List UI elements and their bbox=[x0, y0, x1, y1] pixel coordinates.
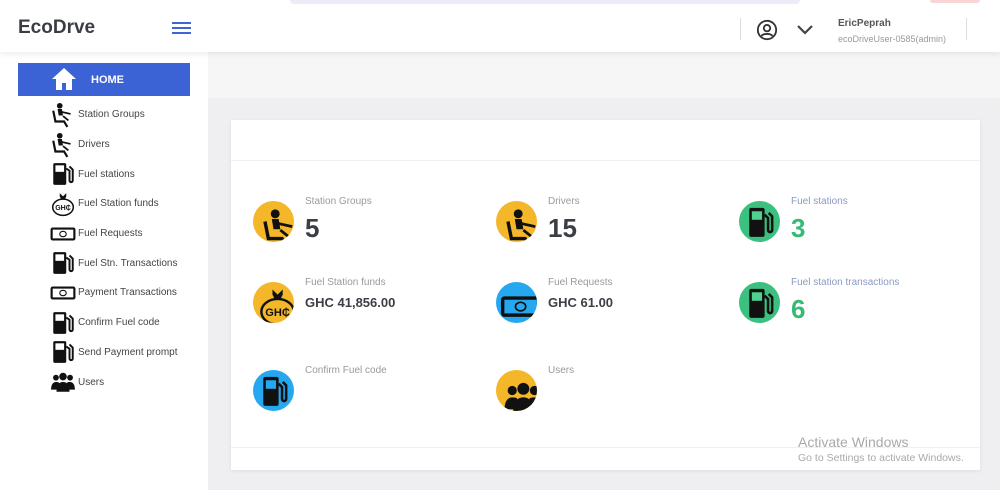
browser-strip-accent bbox=[930, 0, 980, 3]
sidebar-item-label: Station Groups bbox=[78, 109, 145, 121]
stat-value: GHC 41,856.00 bbox=[305, 295, 396, 310]
driver-icon bbox=[50, 102, 76, 128]
dashboard-card: Station Groups 5 Drivers 15 Fuel station… bbox=[231, 120, 980, 470]
top-bar: EcoDrve EricPeprah ecoDriveUser-0585(adm… bbox=[0, 0, 1000, 52]
stat-fuel-requests[interactable]: Fuel Requests GHC 61.00 bbox=[496, 277, 736, 342]
users-icon bbox=[50, 369, 76, 395]
fuel-pump-icon bbox=[253, 370, 294, 411]
stat-fuel-station-funds[interactable]: Fuel Station funds GHC 41,856.00 bbox=[253, 277, 493, 342]
sidebar-item-fuel-station-funds[interactable]: Fuel Station funds bbox=[50, 189, 178, 219]
stat-label: Users bbox=[548, 365, 575, 376]
sidebar-item-send-payment-prompt[interactable]: Send Payment prompt bbox=[50, 338, 178, 368]
driver-icon bbox=[50, 132, 76, 158]
sidebar-item-users[interactable]: Users bbox=[50, 367, 178, 397]
sidebar-item-payment-transactions[interactable]: Payment Transactions bbox=[50, 278, 178, 308]
chevron-down-icon[interactable] bbox=[796, 22, 814, 36]
stat-label: Station Groups bbox=[305, 196, 372, 207]
driver-icon bbox=[496, 201, 537, 242]
stat-label: Confirm Fuel code bbox=[305, 365, 387, 376]
fuel-pump-icon bbox=[50, 161, 76, 187]
windows-activation-watermark: Activate Windows Go to Settings to activ… bbox=[798, 434, 964, 464]
sidebar-item-fuel-requests[interactable]: Fuel Requests bbox=[50, 219, 178, 249]
stat-confirm-fuel-code[interactable]: Confirm Fuel code bbox=[253, 365, 493, 430]
menu-toggle-icon[interactable] bbox=[172, 22, 191, 34]
stat-fuel-stations[interactable]: Fuel stations 3 bbox=[739, 196, 979, 261]
sidebar-item-label: Users bbox=[78, 376, 105, 388]
users-icon bbox=[496, 370, 537, 411]
stat-value: 5 bbox=[305, 213, 320, 243]
fuel-pump-icon bbox=[50, 339, 76, 365]
divider bbox=[231, 160, 980, 161]
sidebar-item-fuel-stations[interactable]: Fuel stations bbox=[50, 159, 178, 189]
sidebar-item-label: Drivers bbox=[78, 139, 110, 151]
money-bag-icon bbox=[50, 191, 76, 217]
sidebar-item-label: HOME bbox=[91, 74, 124, 86]
app-logo[interactable]: EcoDrve bbox=[18, 17, 95, 39]
money-bag-icon bbox=[253, 282, 294, 323]
page-header-band bbox=[208, 52, 1000, 98]
sidebar-nav: Station Groups Drivers Fuel stations Fue… bbox=[50, 100, 178, 397]
divider bbox=[740, 18, 741, 40]
watermark-title: Activate Windows bbox=[798, 434, 909, 450]
sidebar-item-fuel-stn-transactions[interactable]: Fuel Stn. Transactions bbox=[50, 248, 178, 278]
sidebar-item-station-groups[interactable]: Station Groups bbox=[50, 100, 178, 130]
sidebar: HOME Station Groups Drivers Fuel station… bbox=[0, 52, 208, 490]
sidebar-item-home[interactable]: HOME bbox=[18, 63, 190, 96]
sidebar-item-label: Send Payment prompt bbox=[78, 346, 178, 358]
sidebar-item-label: Fuel Station funds bbox=[78, 198, 159, 210]
sidebar-item-label: Payment Transactions bbox=[78, 287, 177, 299]
stat-label: Drivers bbox=[548, 196, 580, 207]
divider bbox=[966, 18, 967, 40]
sidebar-item-label: Fuel Stn. Transactions bbox=[78, 257, 178, 269]
user-name: EricPeprah bbox=[838, 18, 891, 29]
stat-drivers[interactable]: Drivers 15 bbox=[496, 196, 736, 261]
sidebar-item-drivers[interactable]: Drivers bbox=[50, 130, 178, 160]
fuel-pump-icon bbox=[50, 250, 76, 276]
sidebar-item-confirm-fuel-code[interactable]: Confirm Fuel code bbox=[50, 308, 178, 338]
driver-icon bbox=[253, 201, 294, 242]
fuel-pump-icon bbox=[50, 310, 76, 336]
home-icon bbox=[52, 68, 76, 90]
stat-label: Fuel Station funds bbox=[305, 277, 386, 288]
banknote-icon bbox=[496, 282, 537, 323]
fuel-pump-icon bbox=[739, 282, 780, 323]
stat-value: 15 bbox=[548, 213, 577, 243]
stat-users[interactable]: Users bbox=[496, 365, 736, 430]
stat-value: 6 bbox=[791, 294, 806, 324]
stat-station-groups[interactable]: Station Groups 5 bbox=[253, 196, 493, 261]
stat-label: Fuel stations bbox=[791, 196, 848, 207]
sidebar-item-label: Fuel stations bbox=[78, 168, 135, 180]
user-role: ecoDriveUser-0585(admin) bbox=[838, 34, 947, 44]
sidebar-item-label: Fuel Requests bbox=[78, 228, 143, 240]
stat-label: Fuel Requests bbox=[548, 277, 613, 288]
fuel-pump-icon bbox=[739, 201, 780, 242]
user-avatar-icon[interactable] bbox=[756, 19, 778, 41]
stat-value: 3 bbox=[791, 213, 806, 243]
banknote-icon bbox=[50, 221, 76, 247]
stat-value: GHC 61.00 bbox=[548, 295, 614, 310]
banknote-icon bbox=[50, 280, 76, 306]
watermark-subtitle: Go to Settings to activate Windows. bbox=[798, 452, 964, 464]
stat-fuel-station-transactions[interactable]: Fuel station transactions 6 bbox=[739, 277, 979, 342]
browser-strip bbox=[290, 0, 800, 4]
sidebar-item-label: Confirm Fuel code bbox=[78, 317, 160, 329]
stat-label: Fuel station transactions bbox=[791, 277, 900, 288]
